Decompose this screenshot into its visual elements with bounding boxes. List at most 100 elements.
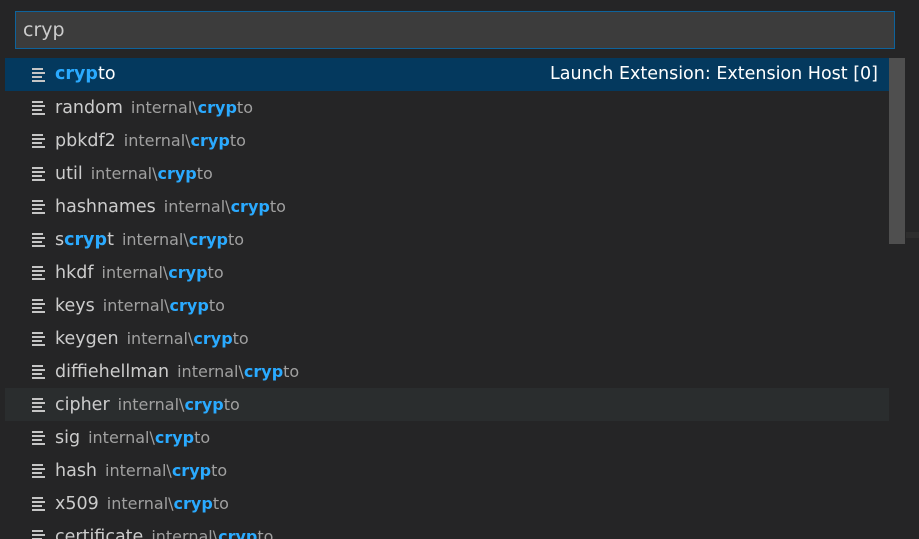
- result-row[interactable]: keygen internal\crypto: [5, 322, 889, 355]
- result-path: internal\crypto: [118, 395, 240, 414]
- result-row[interactable]: hashnames internal\crypto: [5, 190, 889, 223]
- result-label: cipher internal\crypto: [55, 388, 240, 422]
- result-detail: Launch Extension: Extension Host [0]: [550, 64, 878, 84]
- result-row[interactable]: util internal\crypto: [5, 157, 889, 190]
- result-path-prefix: internal\: [88, 428, 155, 447]
- symbol-text-icon: [32, 398, 46, 412]
- result-row[interactable]: random internal\crypto: [5, 91, 889, 124]
- result-label: diffiehellman internal\crypto: [55, 355, 299, 389]
- result-name: pbkdf2: [55, 131, 116, 151]
- result-path: internal\crypto: [124, 131, 246, 150]
- result-name-before: pbkdf2: [55, 131, 116, 151]
- result-row[interactable]: hkdf internal\crypto: [5, 256, 889, 289]
- result-path-match: cryp: [193, 329, 233, 348]
- result-name: cipher: [55, 395, 110, 415]
- result-label: keys internal\crypto: [55, 289, 225, 323]
- result-path-suffix: to: [208, 296, 225, 315]
- result-path: internal\crypto: [122, 230, 244, 249]
- result-name: hkdf: [55, 263, 94, 283]
- result-path-match: cryp: [188, 230, 228, 249]
- result-path-prefix: internal\: [163, 197, 231, 216]
- result-path: internal\crypto: [164, 197, 286, 216]
- result-name: x509: [55, 494, 99, 514]
- result-path: internal\crypto: [103, 296, 225, 315]
- symbol-text-icon: [32, 266, 46, 280]
- result-name: sig: [55, 428, 80, 448]
- result-row[interactable]: keys internal\crypto: [5, 289, 889, 322]
- result-name-before: hkdf: [55, 263, 94, 283]
- result-path: internal\crypto: [131, 98, 253, 117]
- symbol-text-icon: [32, 68, 46, 82]
- result-label: hashnames internal\crypto: [55, 190, 286, 224]
- result-row[interactable]: hash internal\crypto: [5, 454, 889, 487]
- result-path-suffix: to: [257, 527, 274, 539]
- result-row[interactable]: pbkdf2 internal\crypto: [5, 124, 889, 157]
- result-name-before: hashnames: [55, 197, 156, 217]
- scrollbar-thumb[interactable]: [889, 58, 905, 244]
- result-path-suffix: to: [211, 461, 228, 480]
- quick-open-picker: cryptoLaunch Extension: Extension Host […: [0, 0, 919, 539]
- result-path-prefix: internal\: [151, 527, 219, 539]
- result-path: internal\crypto: [177, 362, 299, 381]
- result-path-prefix: internal\: [102, 296, 170, 315]
- symbol-text-icon: [32, 101, 46, 115]
- result-name: keys: [55, 296, 95, 316]
- symbol-text-icon: [32, 431, 46, 445]
- scrollbar[interactable]: [889, 58, 905, 539]
- result-name: certificate: [55, 527, 143, 539]
- symbol-text-icon: [32, 530, 46, 539]
- result-path-suffix: to: [283, 362, 300, 381]
- result-row[interactable]: x509 internal\crypto: [5, 487, 889, 520]
- results-list: crypto Launch Extension: Extension Host […: [5, 58, 889, 539]
- symbol-text-icon: [32, 365, 46, 379]
- result-path-match: cryp: [169, 296, 209, 315]
- result-name-after: to: [97, 64, 116, 84]
- result-name: crypto: [55, 64, 116, 84]
- result-row[interactable]: scrypt internal\crypto: [5, 223, 889, 256]
- result-name-after: t: [107, 230, 114, 250]
- result-path-match: cryp: [171, 461, 212, 480]
- symbol-text-icon: [32, 299, 46, 313]
- result-name-before: s: [55, 230, 65, 250]
- result-label: pbkdf2 internal\crypto: [55, 124, 246, 158]
- result-name: hash: [55, 461, 97, 481]
- result-path: internal\crypto: [102, 263, 224, 282]
- symbol-text-icon: [32, 134, 46, 148]
- result-path-match: cryp: [218, 527, 258, 539]
- result-path-prefix: internal\: [90, 164, 158, 183]
- search-input[interactable]: [16, 12, 894, 48]
- result-path-suffix: to: [196, 164, 213, 183]
- result-name-before: keygen: [55, 329, 119, 349]
- result-path-suffix: to: [228, 230, 245, 249]
- result-path-match: cryp: [243, 362, 284, 381]
- result-path-prefix: internal\: [126, 329, 194, 348]
- result-path-match: cryp: [168, 263, 208, 282]
- result-name: hashnames: [55, 197, 156, 217]
- result-path-match: cryp: [173, 494, 213, 513]
- result-path-suffix: to: [232, 329, 249, 348]
- result-name-match: cryp: [55, 64, 98, 84]
- result-row[interactable]: crypto Launch Extension: Extension Host […: [5, 58, 889, 91]
- result-name: scrypt: [55, 230, 114, 250]
- result-row[interactable]: sig internal\crypto: [5, 421, 889, 454]
- result-label: keygen internal\crypto: [55, 322, 249, 356]
- result-path: internal\crypto: [127, 329, 249, 348]
- result-path-suffix: to: [223, 395, 240, 414]
- result-label: certificate internal\crypto: [55, 520, 273, 539]
- result-path-suffix: to: [212, 494, 229, 513]
- symbol-text-icon: [32, 464, 46, 478]
- result-row[interactable]: certificate internal\crypto: [5, 520, 889, 539]
- result-label: sig internal\crypto: [55, 421, 210, 455]
- result-name: keygen: [55, 329, 119, 349]
- result-row[interactable]: cipher internal\crypto: [5, 388, 889, 421]
- result-row[interactable]: diffiehellman internal\crypto: [5, 355, 889, 388]
- result-path-suffix: to: [194, 428, 211, 447]
- result-path: internal\crypto: [105, 461, 227, 480]
- result-path-prefix: internal\: [117, 395, 185, 414]
- result-path-match: cryp: [157, 164, 197, 183]
- result-label: util internal\crypto: [55, 157, 213, 191]
- symbol-text-icon: [32, 167, 46, 181]
- result-name: random: [55, 98, 123, 118]
- result-path-prefix: internal\: [106, 494, 174, 513]
- result-path-suffix: to: [207, 263, 224, 282]
